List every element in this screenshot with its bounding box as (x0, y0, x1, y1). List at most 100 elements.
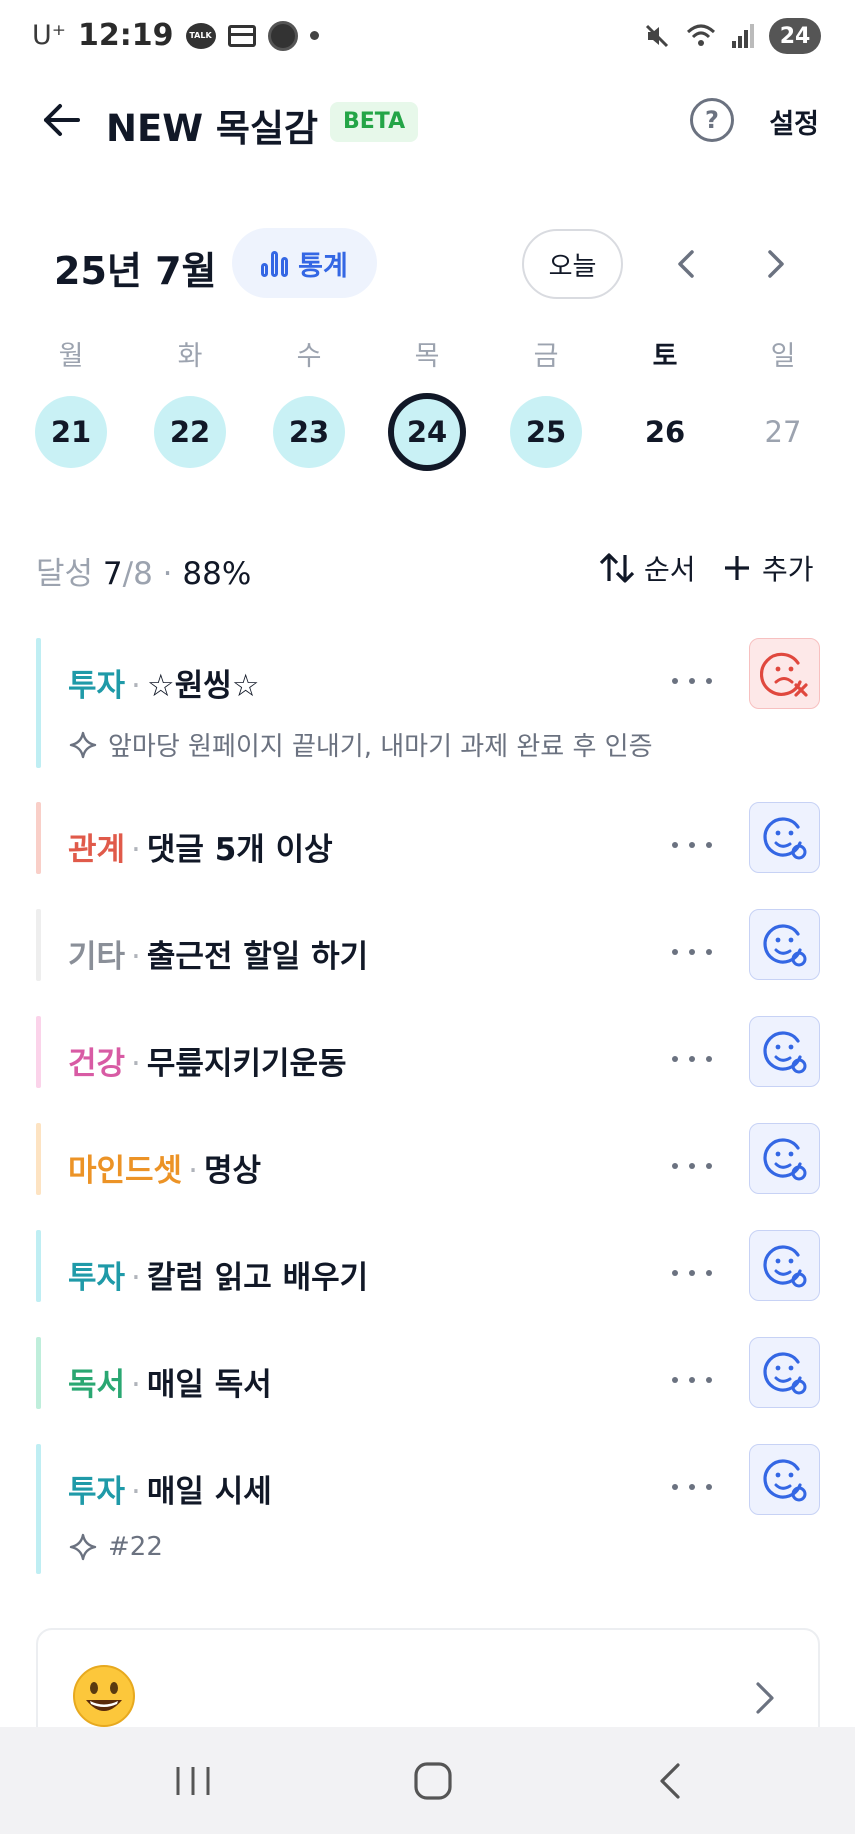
weekday-sat: 토 (652, 341, 678, 372)
today-button[interactable]: 오늘 (522, 229, 623, 299)
goal-name: 댓글 5개 이상 (146, 832, 333, 868)
goal-row[interactable]: 마인드셋 · 명상 (36, 1123, 820, 1195)
goal-status-check-button[interactable] (749, 1016, 820, 1087)
goal-separator: · (131, 832, 141, 868)
add-goal-button[interactable]: 추가 (722, 548, 814, 588)
settings-button[interactable]: 설정 (769, 102, 819, 141)
goal-category-bar (36, 1123, 41, 1195)
mute-icon (645, 24, 669, 48)
goal-row[interactable]: 기타 · 출근전 할일 하기 (36, 909, 820, 981)
smile-face-check-icon (762, 923, 806, 966)
goal-row[interactable]: 투자 · 매일 시세 #22 (36, 1444, 820, 1574)
smile-face-check-icon (762, 1458, 806, 1501)
more-dot (689, 1056, 695, 1062)
weekday-tue: 화 (177, 341, 203, 372)
next-week-icon[interactable] (758, 242, 794, 286)
help-button[interactable]: ? (690, 98, 734, 142)
more-options-icon[interactable] (672, 949, 712, 959)
goal-name: 매일 독서 (146, 1367, 272, 1403)
goal-status-check-button[interactable] (749, 1337, 820, 1408)
goal-note: 앞마당 원페이지 끝내기, 내마기 과제 완료 후 인증 (68, 726, 653, 763)
previous-week-icon[interactable] (668, 242, 704, 286)
stats-button[interactable]: 통계 (232, 228, 377, 298)
achievement-summary: 달성 7/8 · 88% 순서 추가 (0, 548, 855, 592)
chevron-right-icon (756, 1682, 774, 1714)
goal-separator: · (131, 1046, 141, 1082)
goal-separator: · (131, 1367, 141, 1403)
goal-name: 매일 시세 (146, 1474, 272, 1510)
goal-status-check-button[interactable] (749, 909, 820, 980)
more-dot (689, 1377, 695, 1383)
smile-face-check-icon (762, 1137, 806, 1180)
more-dot (706, 842, 712, 848)
goal-status-check-button[interactable] (749, 1230, 820, 1301)
order-label: 순서 (644, 553, 696, 586)
goal-row[interactable]: 독서 · 매일 독서 (36, 1337, 820, 1409)
day-23[interactable]: 23 (273, 396, 345, 468)
more-options-icon[interactable] (672, 678, 712, 688)
smile-face-check-icon (762, 1030, 806, 1073)
more-options-icon[interactable] (672, 1163, 712, 1173)
carrier-label: U⁺ (32, 20, 67, 51)
wifi-icon (686, 24, 716, 46)
day-24-selected[interactable]: 24 (388, 393, 466, 471)
achievement-text: 달성 7/8 · 88% (36, 548, 251, 593)
stats-label: 통계 (298, 250, 348, 282)
more-dot (672, 1377, 678, 1383)
goal-category: 투자 (68, 1260, 126, 1296)
goal-separator: · (131, 1260, 141, 1296)
goal-note: #22 (68, 1532, 163, 1562)
day-22[interactable]: 22 (154, 396, 226, 468)
goal-status-failed-button[interactable] (749, 638, 820, 709)
goal-row[interactable]: 관계 · 댓글 5개 이상 (36, 802, 820, 874)
goal-row[interactable]: 투자 · ☆원씽☆ 앞마당 원페이지 끝내기, 내마기 과제 완료 후 인증 (36, 638, 820, 768)
clock: 12:19 (78, 18, 174, 53)
goal-separator: · (188, 1153, 198, 1189)
goal-category-bar (36, 1016, 41, 1088)
beta-badge: BETA (330, 102, 419, 142)
more-options-icon[interactable] (672, 842, 712, 852)
battery-indicator: 24 (769, 18, 821, 54)
goal-status-check-button[interactable] (749, 1123, 820, 1194)
goal-row[interactable]: 건강 · 무릎지키기운동 (36, 1016, 820, 1088)
status-left: U⁺ 12:19 TALK (32, 18, 319, 53)
goal-title: 투자 · 칼럼 읽고 배우기 (68, 1252, 368, 1297)
more-dot (689, 842, 695, 848)
goal-category: 독서 (68, 1367, 126, 1403)
weekday-sun: 일 (770, 341, 796, 372)
day-21[interactable]: 21 (35, 396, 107, 468)
day-27[interactable]: 27 (747, 396, 819, 468)
weekday-wed: 수 (296, 341, 322, 372)
weekday-mon: 월 (58, 341, 84, 372)
goal-category: 관계 (68, 832, 126, 868)
goal-category: 마인드셋 (68, 1153, 183, 1189)
goal-separator: · (131, 1474, 141, 1510)
more-dot (672, 1163, 678, 1169)
more-dot (706, 1270, 712, 1276)
achievement-dot: · (162, 556, 173, 592)
more-options-icon[interactable] (672, 1056, 712, 1066)
talk-notification-icon: TALK (185, 22, 216, 49)
signal-icon (732, 24, 754, 48)
goal-status-check-button[interactable] (749, 1444, 820, 1515)
back-nav-icon[interactable] (646, 1759, 696, 1803)
goal-title: 기타 · 출근전 할일 하기 (68, 931, 368, 976)
back-arrow-icon[interactable] (38, 96, 86, 144)
day-26[interactable]: 26 (629, 396, 701, 468)
goal-title: 투자 · 매일 시세 (68, 1466, 272, 1511)
more-options-icon[interactable] (672, 1484, 712, 1494)
order-button[interactable]: 순서 (598, 548, 696, 588)
system-navigation-bar (0, 1727, 855, 1834)
recent-apps-icon[interactable] (168, 1759, 218, 1803)
more-options-icon[interactable] (672, 1377, 712, 1387)
goal-name: ☆원씽☆ (146, 668, 260, 704)
goal-row[interactable]: 투자 · 칼럼 읽고 배우기 (36, 1230, 820, 1302)
home-icon[interactable] (408, 1759, 458, 1803)
status-bar: U⁺ 12:19 TALK 24 (0, 0, 855, 76)
sparkle-icon (69, 1533, 97, 1561)
more-options-icon[interactable] (672, 1270, 712, 1280)
card-notification-icon (227, 24, 256, 47)
goal-status-check-button[interactable] (749, 802, 820, 873)
more-dot (672, 1484, 678, 1490)
day-25[interactable]: 25 (510, 396, 582, 468)
